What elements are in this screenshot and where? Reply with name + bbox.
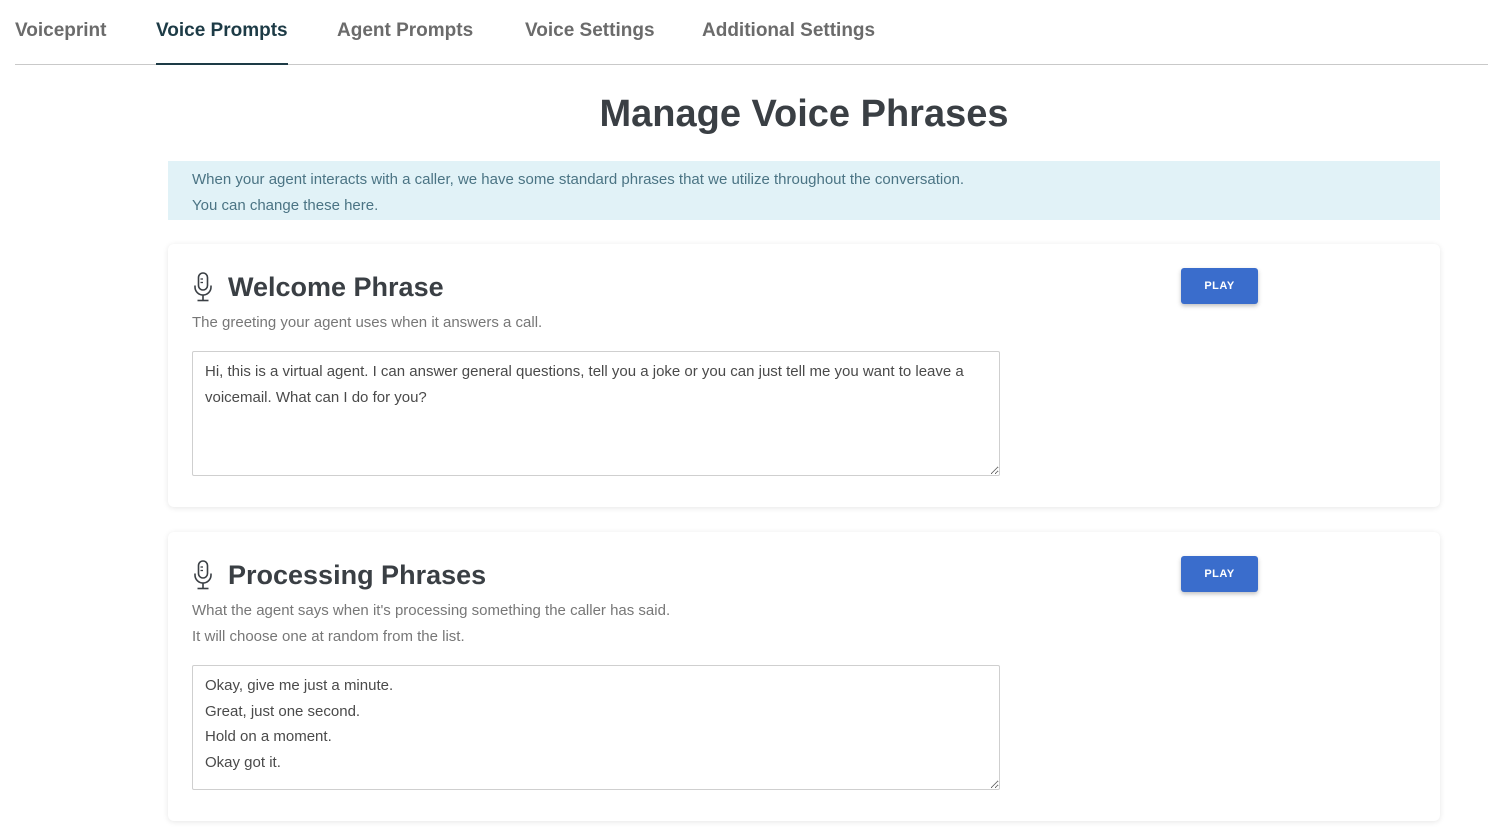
processing-phrases-header: Processing Phrases	[192, 558, 486, 592]
welcome-phrase-input[interactable]: Hi, this is a virtual agent. I can answe…	[192, 351, 1000, 476]
processing-phrases-input[interactable]: Okay, give me just a minute. Great, just…	[192, 665, 1000, 790]
processing-phrases-title: Processing Phrases	[228, 559, 487, 590]
tab-agent-prompts[interactable]: Agent Prompts	[337, 0, 473, 64]
welcome-phrase-description: The greeting your agent uses when it ans…	[192, 314, 543, 331]
page-title: Manage Voice Phrases	[599, 93, 1009, 135]
welcome-phrase-header: Welcome Phrase	[192, 270, 444, 304]
info-banner-line-1: When your agent interacts with a caller,…	[192, 171, 965, 188]
microphone-icon	[194, 272, 212, 302]
microphone-icon	[194, 560, 212, 590]
tab-additional-settings[interactable]: Additional Settings	[702, 0, 875, 64]
settings-tabs: Voiceprint Voice Prompts Agent Prompts V…	[15, 0, 1488, 65]
welcome-phrase-card: Welcome Phrase The greeting your agent u…	[168, 244, 1440, 507]
processing-phrases-description-line-2: It will choose one at random from the li…	[192, 628, 465, 645]
tab-voice-prompts[interactable]: Voice Prompts	[156, 0, 288, 65]
tab-voice-settings[interactable]: Voice Settings	[525, 0, 655, 64]
processing-phrases-card: Processing Phrases What the agent says w…	[168, 532, 1440, 821]
info-banner-line-2: You can change these here.	[192, 197, 379, 214]
info-banner: When your agent interacts with a caller,…	[168, 161, 1440, 220]
welcome-play-button[interactable]: PLAY	[1181, 268, 1258, 304]
welcome-phrase-title: Welcome Phrase	[228, 271, 444, 302]
processing-phrases-description-line-1: What the agent says when it's processing…	[192, 602, 671, 619]
tab-voiceprint[interactable]: Voiceprint	[15, 0, 107, 64]
processing-play-button[interactable]: PLAY	[1181, 556, 1258, 592]
